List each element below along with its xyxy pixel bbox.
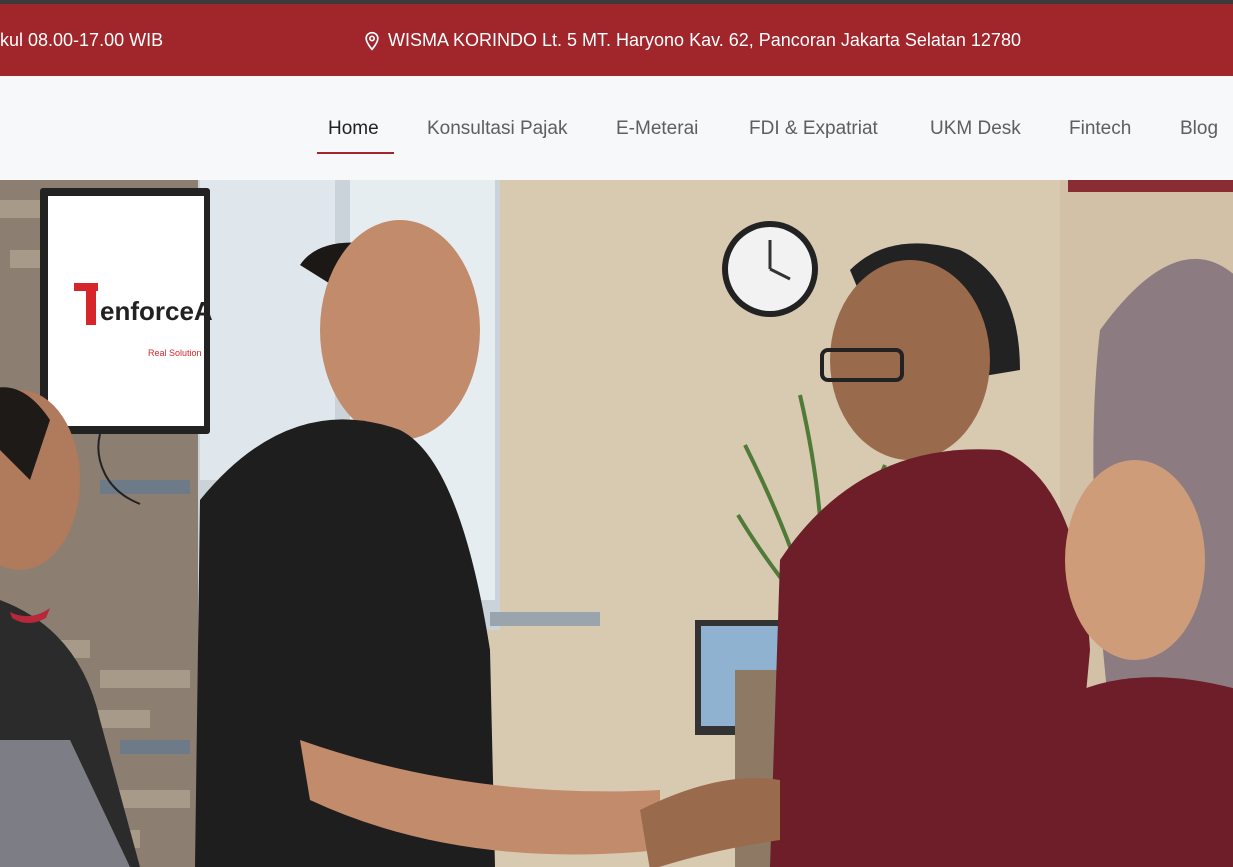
- office-hours: kul 08.00-17.00 WIB: [0, 30, 164, 50]
- nav-item-e-meterai[interactable]: E-Meterai: [616, 118, 698, 140]
- address-text: WISMA KORINDO Lt. 5 MT. Haryono Kav. 62,…: [388, 30, 1021, 50]
- nav-item-fdi-expatriat[interactable]: FDI & Expatriat: [749, 118, 878, 140]
- location-pin-icon: [365, 31, 379, 51]
- hero-image: enforceA Real Solution: [0, 180, 1233, 867]
- main-navbar: Home Konsultasi Pajak E-Meterai FDI & Ex…: [0, 76, 1233, 180]
- active-nav-underline: [317, 152, 394, 154]
- nav-item-blog[interactable]: Blog: [1180, 118, 1218, 140]
- hero-photo-illustration: enforceA Real Solution: [0, 180, 1233, 867]
- nav-item-ukm-desk[interactable]: UKM Desk: [930, 118, 1021, 140]
- nav-item-konsultasi-pajak[interactable]: Konsultasi Pajak: [427, 118, 567, 140]
- office-address: WISMA KORINDO Lt. 5 MT. Haryono Kav. 62,…: [362, 30, 1021, 51]
- top-info-bar: kul 08.00-17.00 WIB WISMA KORINDO Lt. 5 …: [0, 4, 1233, 76]
- tv-logo-tagline: Real Solution: [148, 348, 202, 358]
- nav-item-home[interactable]: Home: [328, 118, 379, 140]
- tv-logo-text: enforceA: [100, 296, 213, 326]
- nav-item-fintech[interactable]: Fintech: [1069, 118, 1131, 140]
